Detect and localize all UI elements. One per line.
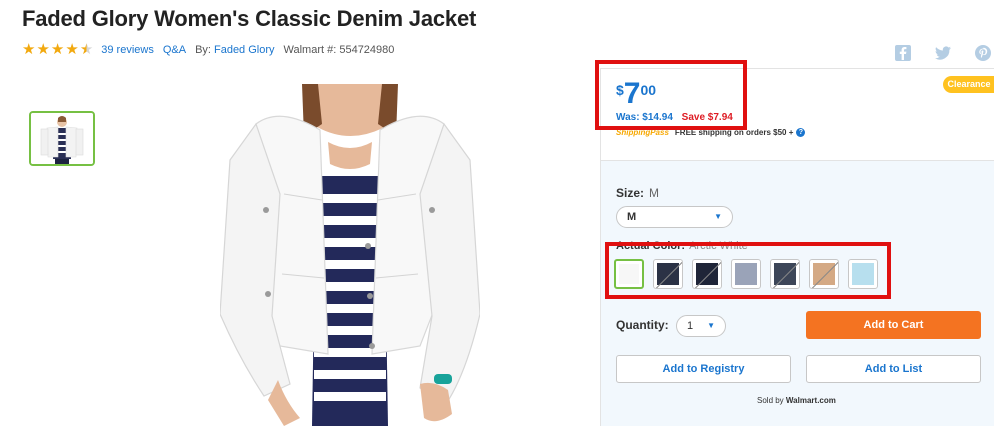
size-label-value: M: [649, 186, 660, 200]
size-selected: M: [627, 211, 637, 223]
price-highlight-box: [595, 60, 747, 130]
clearance-badge: Clearance: [943, 76, 994, 93]
product-thumbnail[interactable]: [29, 111, 95, 166]
half-star-icon: ★: [79, 41, 94, 58]
seller-name: Walmart.com: [785, 396, 836, 405]
quantity-label: Quantity:: [616, 318, 669, 332]
quantity-value: 1: [687, 320, 694, 332]
star-icon: ★: [50, 41, 65, 58]
product-title: Faded Glory Women's Classic Denim Jacket: [22, 6, 477, 31]
social-share: [894, 44, 992, 62]
sold-by: Sold by Walmart.com: [757, 396, 836, 405]
brand-link[interactable]: Faded Glory: [214, 44, 275, 56]
star-icon: ★: [36, 41, 50, 58]
add-to-cart-button[interactable]: Add to Cart: [806, 311, 981, 339]
star-icon: ★: [22, 41, 36, 58]
product-main-image[interactable]: [219, 84, 481, 426]
add-to-registry-button[interactable]: Add to Registry: [616, 355, 791, 383]
chevron-down-icon: ▼: [707, 321, 715, 330]
size-dropdown[interactable]: M ▼: [616, 206, 733, 228]
facebook-icon[interactable]: [894, 44, 912, 62]
pinterest-icon[interactable]: [974, 44, 992, 62]
reviews-link[interactable]: 39 reviews: [101, 44, 154, 56]
swatch-highlight-box: [605, 242, 891, 299]
product-meta: ★ ★ ★ ★ ★ 39 reviews Q&A By: Faded Glory…: [22, 42, 394, 57]
twitter-icon[interactable]: [934, 44, 952, 62]
walmart-number: Walmart #: 554724980: [283, 43, 395, 56]
brand-prefix: By:: [195, 43, 211, 56]
sold-by-prefix: Sold by: [757, 396, 784, 405]
size-label-text: Size:: [616, 186, 645, 200]
quantity-dropdown[interactable]: 1 ▼: [676, 315, 726, 337]
add-to-list-button[interactable]: Add to List: [806, 355, 981, 383]
size-label: Size: M: [616, 186, 659, 200]
qa-link[interactable]: Q&A: [163, 44, 186, 56]
rating-stars[interactable]: ★ ★ ★ ★ ★: [22, 42, 94, 57]
chevron-down-icon: ▼: [714, 212, 722, 221]
star-icon: ★: [65, 41, 79, 58]
help-icon[interactable]: ?: [796, 128, 806, 137]
